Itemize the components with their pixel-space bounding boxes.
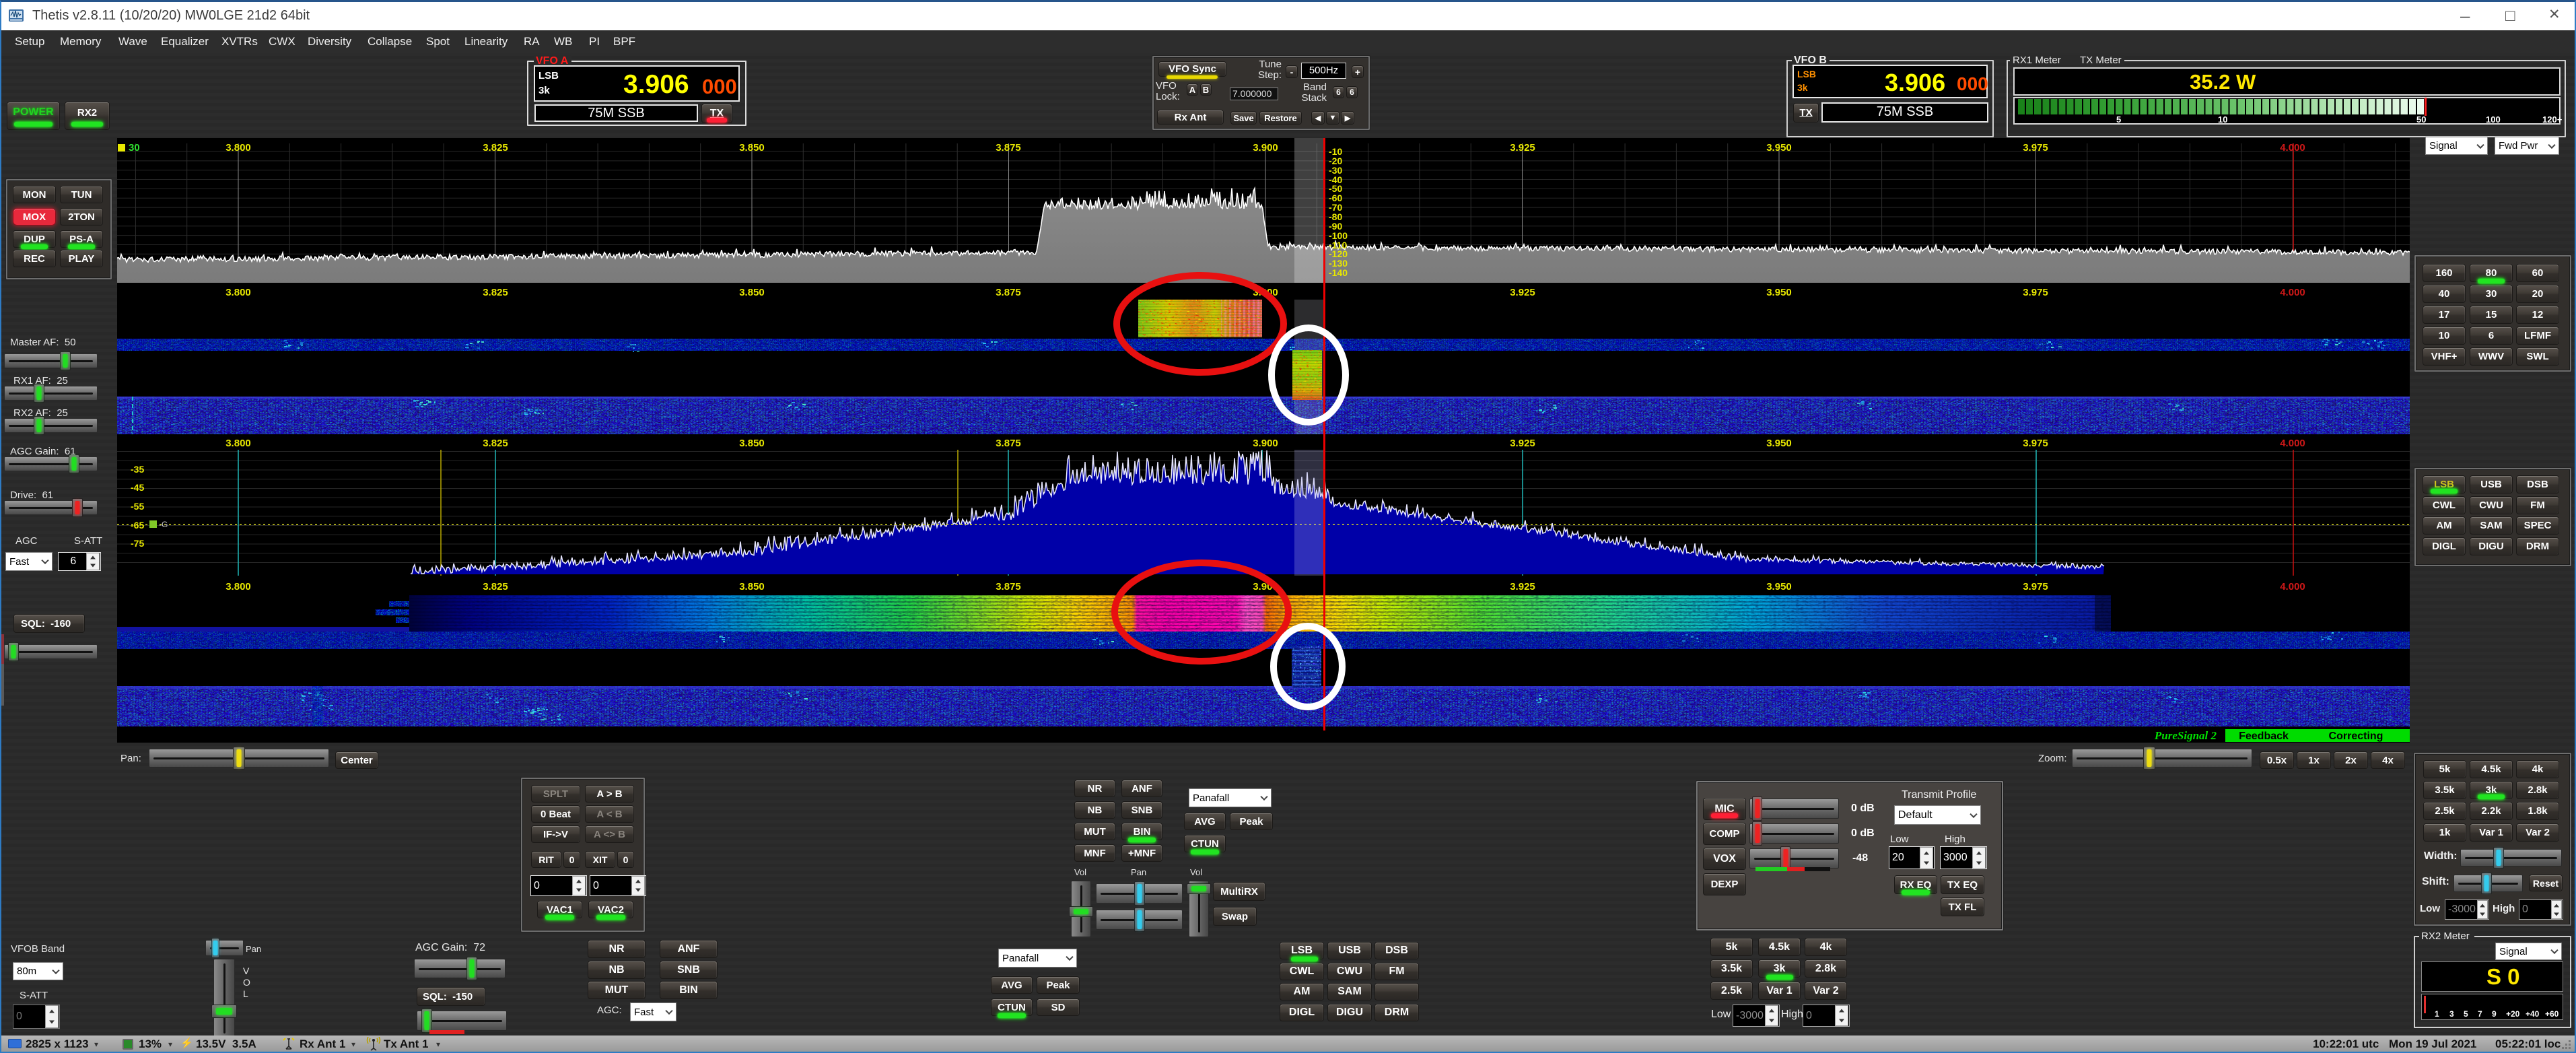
- svg-text:3.800: 3.800: [225, 438, 251, 449]
- svg-text:Feedback: Feedback: [2239, 731, 2289, 742]
- svg-text:3.975: 3.975: [2023, 438, 2048, 449]
- svg-text:3.975: 3.975: [2023, 142, 2048, 154]
- svg-text:3.900: 3.900: [1253, 142, 1278, 154]
- svg-text:3.825: 3.825: [483, 581, 508, 592]
- svg-text:3.800: 3.800: [225, 142, 251, 154]
- svg-text:3.825: 3.825: [483, 287, 508, 298]
- svg-text:3.850: 3.850: [739, 142, 765, 154]
- svg-text:-55: -55: [131, 501, 144, 512]
- svg-text:-35: -35: [131, 464, 144, 475]
- svg-text:3.925: 3.925: [1510, 287, 1535, 298]
- svg-text:3.925: 3.925: [1510, 438, 1535, 449]
- svg-text:3.950: 3.950: [1766, 581, 1792, 592]
- svg-text:3.925: 3.925: [1510, 581, 1535, 592]
- svg-text:3.925: 3.925: [1510, 142, 1535, 154]
- svg-text:3.850: 3.850: [739, 287, 765, 298]
- svg-text:-140: -140: [1329, 267, 1348, 278]
- svg-text:3.975: 3.975: [2023, 581, 2048, 592]
- svg-text:3.875: 3.875: [996, 142, 1021, 154]
- svg-text:3.825: 3.825: [483, 438, 508, 449]
- svg-text:4.000: 4.000: [2280, 581, 2305, 592]
- svg-text:3.875: 3.875: [996, 438, 1021, 449]
- svg-text:3.850: 3.850: [739, 581, 765, 592]
- svg-text:PureSignal 2: PureSignal 2: [2154, 729, 2217, 742]
- svg-text:-G: -G: [159, 520, 168, 529]
- svg-text:-75: -75: [131, 538, 144, 549]
- svg-text:3.950: 3.950: [1766, 287, 1792, 298]
- svg-text:3.950: 3.950: [1766, 142, 1792, 154]
- svg-text:3.800: 3.800: [225, 581, 251, 592]
- svg-text:3.875: 3.875: [996, 581, 1021, 592]
- svg-text:3.875: 3.875: [996, 287, 1021, 298]
- svg-text:4.000: 4.000: [2280, 287, 2305, 298]
- svg-text:3.825: 3.825: [483, 142, 508, 154]
- svg-text:3.950: 3.950: [1766, 438, 1792, 449]
- svg-text:3.975: 3.975: [2023, 287, 2048, 298]
- svg-text:4.000: 4.000: [2280, 438, 2305, 449]
- svg-text:3.850: 3.850: [739, 438, 765, 449]
- svg-text:-65: -65: [131, 520, 144, 531]
- svg-text:3.900: 3.900: [1253, 438, 1278, 449]
- svg-text:30: 30: [129, 142, 140, 154]
- svg-text:4.000: 4.000: [2280, 142, 2305, 154]
- svg-text:-45: -45: [131, 482, 144, 493]
- svg-text:Correcting: Correcting: [2329, 731, 2383, 742]
- svg-text:3.800: 3.800: [225, 287, 251, 298]
